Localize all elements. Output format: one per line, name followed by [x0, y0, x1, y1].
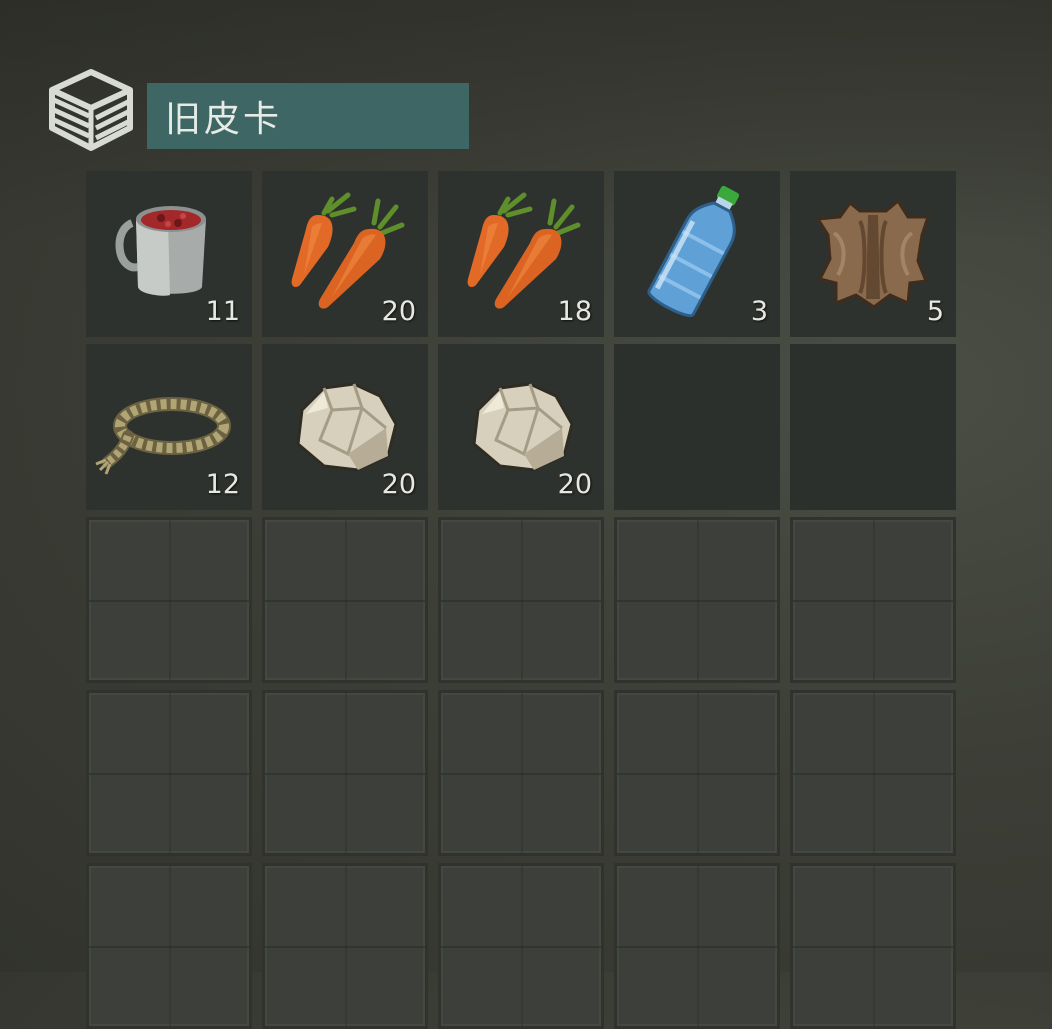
inventory-slot-2[interactable]: 20 — [262, 171, 428, 337]
item-count: 20 — [381, 469, 416, 500]
item-count: 20 — [381, 296, 416, 327]
container-header: 旧皮卡 — [44, 62, 474, 154]
item-count: 5 — [926, 296, 944, 327]
locked-slot — [438, 690, 604, 856]
locked-slot — [262, 863, 428, 1029]
locked-slot — [438, 863, 604, 1029]
inventory-slot-8[interactable]: 20 — [438, 344, 604, 510]
item-count: 18 — [557, 296, 592, 327]
inventory-slot-1[interactable]: 11 — [86, 171, 252, 337]
locked-slot — [614, 690, 780, 856]
container-title: 旧皮卡 — [165, 99, 283, 140]
locked-slot — [614, 863, 780, 1029]
storage-crate-icon — [49, 69, 133, 151]
locked-slot — [86, 690, 252, 856]
locked-slot — [614, 517, 780, 683]
inventory-slot-4[interactable]: 3 — [614, 171, 780, 337]
item-count: 20 — [557, 469, 592, 500]
inventory-grid: 11 20 18 3 5 12 20 20 — [86, 171, 956, 1029]
locked-slot — [262, 690, 428, 856]
inventory-slot-6[interactable]: 12 — [86, 344, 252, 510]
inventory-slot-7[interactable]: 20 — [262, 344, 428, 510]
locked-slot — [790, 517, 956, 683]
inventory-slot-5[interactable]: 5 — [790, 171, 956, 337]
inventory-slot-3[interactable]: 18 — [438, 171, 604, 337]
item-count: 11 — [205, 296, 240, 327]
locked-slot — [790, 863, 956, 1029]
item-count: 12 — [205, 469, 240, 500]
locked-slot — [790, 690, 956, 856]
item-count: 3 — [750, 296, 768, 327]
inventory-slot-9[interactable] — [614, 344, 780, 510]
locked-slot — [86, 517, 252, 683]
locked-slot — [438, 517, 604, 683]
inventory-slot-10[interactable] — [790, 344, 956, 510]
container-title-box: 旧皮卡 — [147, 83, 469, 149]
locked-slot — [86, 863, 252, 1029]
locked-slot — [262, 517, 428, 683]
